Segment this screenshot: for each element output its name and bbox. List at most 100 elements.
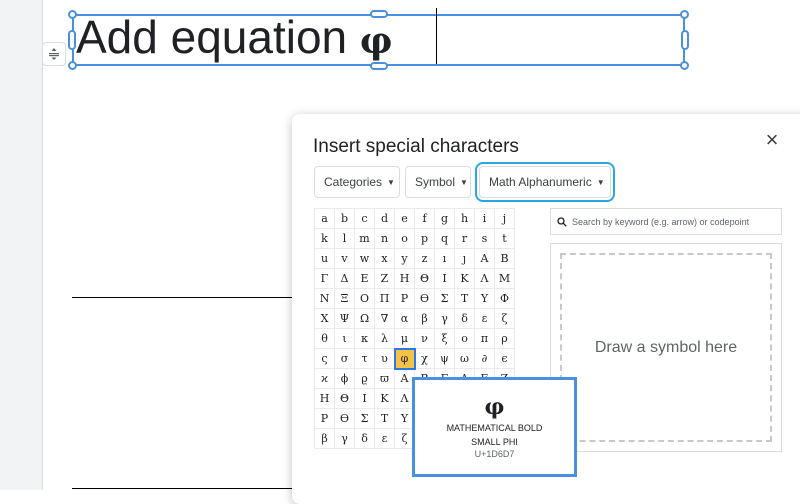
character-cell[interactable]: σ — [334, 348, 355, 369]
character-cell[interactable]: ε — [474, 308, 495, 329]
character-cell[interactable]: h — [454, 208, 475, 229]
character-cell[interactable]: c — [354, 208, 375, 229]
character-cell[interactable]: Α — [474, 248, 495, 269]
character-cell[interactable]: ξ — [434, 328, 455, 349]
character-cell[interactable]: Ν — [314, 288, 335, 309]
character-cell[interactable]: ζ — [494, 308, 515, 329]
character-cell[interactable]: ω — [454, 348, 475, 369]
character-cell[interactable]: z — [414, 248, 435, 269]
character-cell[interactable]: Χ — [314, 308, 335, 329]
resize-handle-bottom-right[interactable] — [680, 61, 689, 70]
character-cell[interactable]: e — [394, 208, 415, 229]
character-cell[interactable]: θ — [314, 328, 335, 349]
character-cell[interactable]: ε — [374, 428, 395, 449]
character-cell[interactable]: t — [494, 228, 515, 249]
character-cell[interactable]: o — [394, 228, 415, 249]
character-cell[interactable]: φ — [393, 347, 416, 370]
character-cell[interactable]: π — [474, 328, 495, 349]
character-cell[interactable]: Ξ — [334, 288, 355, 309]
character-cell[interactable]: w — [354, 248, 375, 269]
character-cell[interactable]: j — [494, 208, 515, 229]
categories-dropdown[interactable]: Categories ▼ — [314, 166, 400, 198]
character-cell[interactable]: Ε — [354, 268, 375, 289]
symbol-dropdown[interactable]: Symbol ▼ — [405, 166, 471, 198]
resize-handle-left[interactable] — [68, 30, 76, 50]
character-cell[interactable]: ς — [314, 348, 335, 369]
character-cell[interactable]: Η — [394, 268, 415, 289]
character-cell[interactable]: ȷ — [454, 248, 475, 269]
character-cell[interactable]: β — [314, 428, 335, 449]
character-cell[interactable]: ϴ — [334, 408, 355, 429]
character-cell[interactable]: δ — [454, 308, 475, 329]
character-cell[interactable]: Τ — [374, 408, 395, 429]
character-cell[interactable]: Θ — [414, 268, 435, 289]
character-cell[interactable]: Ρ — [314, 408, 335, 429]
character-cell[interactable]: ρ — [494, 328, 515, 349]
character-cell[interactable]: δ — [354, 428, 375, 449]
character-cell[interactable]: r — [454, 228, 475, 249]
character-cell[interactable]: ν — [414, 328, 435, 349]
character-cell[interactable]: α — [394, 308, 415, 329]
character-cell[interactable]: λ — [374, 328, 395, 349]
character-cell[interactable]: τ — [354, 348, 375, 369]
character-cell[interactable]: Ψ — [334, 308, 355, 329]
character-cell[interactable]: ι — [334, 328, 355, 349]
character-cell[interactable]: f — [414, 208, 435, 229]
character-cell[interactable]: l — [334, 228, 355, 249]
math-alphanumeric-dropdown[interactable]: Math Alphanumeric ▼ — [475, 162, 615, 202]
character-cell[interactable]: m — [354, 228, 375, 249]
character-cell[interactable]: y — [394, 248, 415, 269]
character-cell[interactable]: β — [414, 308, 435, 329]
close-icon[interactable]: × — [762, 129, 782, 151]
character-cell[interactable]: k — [314, 228, 335, 249]
character-cell[interactable]: s — [474, 228, 495, 249]
resize-handle-right[interactable] — [681, 30, 689, 50]
character-cell[interactable]: Π — [374, 288, 395, 309]
character-cell[interactable]: Υ — [474, 288, 495, 309]
character-cell[interactable]: Κ — [374, 388, 395, 409]
character-cell[interactable]: i — [474, 208, 495, 229]
character-cell[interactable]: κ — [354, 328, 375, 349]
character-cell[interactable]: ο — [454, 328, 475, 349]
character-cell[interactable]: ∇ — [374, 308, 395, 329]
character-cell[interactable]: Ω — [354, 308, 375, 329]
character-cell[interactable]: u — [314, 248, 335, 269]
character-cell[interactable]: Σ — [434, 288, 455, 309]
character-cell[interactable]: ϵ — [494, 348, 515, 369]
character-cell[interactable]: ϕ — [334, 368, 355, 389]
character-cell[interactable]: g — [434, 208, 455, 229]
character-cell[interactable]: Μ — [494, 268, 515, 289]
resize-handle-top-right[interactable] — [680, 10, 689, 19]
character-cell[interactable]: ϰ — [314, 368, 335, 389]
character-cell[interactable]: a — [314, 208, 335, 229]
draw-area[interactable]: Draw a symbol here — [550, 243, 782, 452]
character-cell[interactable]: Γ — [314, 268, 335, 289]
align-options-button[interactable] — [42, 42, 66, 66]
character-cell[interactable]: Δ — [334, 268, 355, 289]
character-cell[interactable]: q — [434, 228, 455, 249]
character-cell[interactable]: υ — [374, 348, 395, 369]
character-cell[interactable]: ϴ — [414, 288, 435, 309]
character-cell[interactable]: γ — [434, 308, 455, 329]
search-input[interactable]: Search by keyword (e.g. arrow) or codepo… — [550, 208, 782, 235]
character-cell[interactable]: Ζ — [374, 268, 395, 289]
character-cell[interactable]: Ο — [354, 288, 375, 309]
character-cell[interactable]: v — [334, 248, 355, 269]
character-cell[interactable]: Ι — [354, 388, 375, 409]
character-cell[interactable]: Ι — [434, 268, 455, 289]
character-cell[interactable]: d — [374, 208, 395, 229]
character-cell[interactable]: x — [374, 248, 395, 269]
character-cell[interactable]: Ρ — [394, 288, 415, 309]
character-cell[interactable]: Η — [314, 388, 335, 409]
character-cell[interactable]: ı — [434, 248, 455, 269]
character-cell[interactable]: μ — [394, 328, 415, 349]
character-cell[interactable]: Τ — [454, 288, 475, 309]
character-cell[interactable]: Λ — [474, 268, 495, 289]
character-cell[interactable]: Θ — [334, 388, 355, 409]
character-cell[interactable]: ψ — [434, 348, 455, 369]
character-cell[interactable]: χ — [414, 348, 435, 369]
character-cell[interactable]: Β — [494, 248, 515, 269]
character-cell[interactable]: Σ — [354, 408, 375, 429]
character-cell[interactable]: p — [414, 228, 435, 249]
character-cell[interactable]: Κ — [454, 268, 475, 289]
